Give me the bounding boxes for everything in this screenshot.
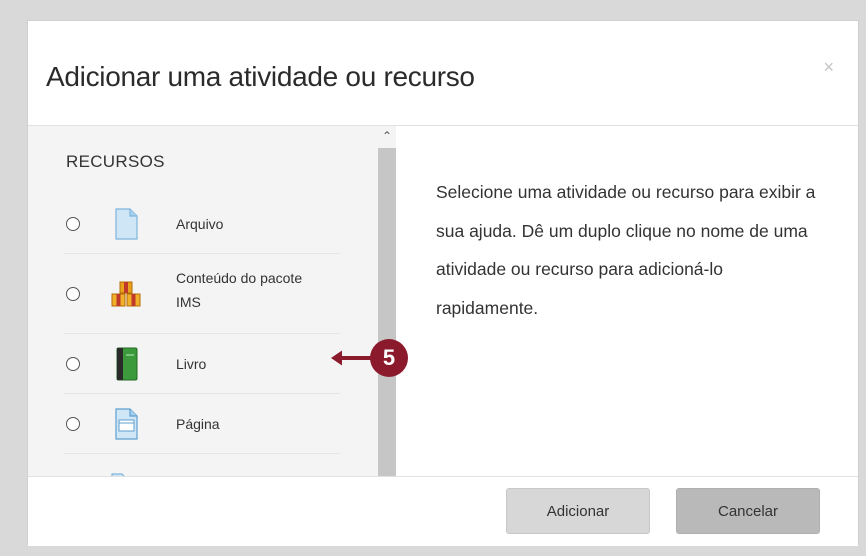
radio-livro[interactable] — [66, 357, 80, 371]
list-item-livro[interactable]: Livro — [64, 334, 340, 394]
scrollbar-thumb[interactable] — [378, 148, 396, 476]
list-item-pagina[interactable]: Página — [64, 394, 340, 454]
resource-list: Arquivo Conteúdo do pacote IMS Livro Pág… — [64, 194, 340, 476]
list-item-arquivo[interactable]: Arquivo — [64, 194, 340, 254]
package-boxes-icon — [111, 281, 141, 307]
options-pane[interactable]: RECURSOS Arquivo Conteúdo do pacote IMS … — [28, 126, 396, 476]
file-icon — [115, 208, 138, 240]
dialog-title: Adicionar uma atividade ou recurso — [46, 61, 475, 92]
close-icon[interactable]: × — [823, 57, 834, 78]
book-icon — [116, 347, 138, 381]
dialog-body: RECURSOS Arquivo Conteúdo do pacote IMS … — [28, 126, 858, 476]
help-text: Selecione uma atividade ou recurso para … — [436, 182, 816, 318]
dialog-header: Adicionar uma atividade ou recurso × — [28, 21, 858, 126]
radio-pagina[interactable] — [66, 417, 80, 431]
list-item-label: Conteúdo do pacote IMS — [176, 270, 303, 310]
folder-icon — [111, 473, 125, 476]
dialog-footer: Adicionar Cancelar — [28, 476, 858, 546]
list-item-partial[interactable] — [64, 454, 340, 476]
list-item-label: Livro — [176, 356, 207, 372]
step-callout: 5 — [330, 337, 420, 381]
arrow-left-icon — [331, 350, 374, 366]
radio-arquivo[interactable] — [66, 217, 80, 231]
page-icon — [115, 408, 138, 440]
cancel-button[interactable]: Cancelar — [676, 488, 820, 534]
radio-ims-package[interactable] — [66, 287, 80, 301]
help-pane: Selecione uma atividade ou recurso para … — [396, 126, 858, 476]
list-item-label: Página — [176, 416, 220, 432]
add-button[interactable]: Adicionar — [506, 488, 650, 534]
step-number-badge: 5 — [370, 339, 408, 377]
section-label-resources: RECURSOS — [66, 152, 165, 171]
list-item-ims-package[interactable]: Conteúdo do pacote IMS — [64, 254, 340, 334]
scroll-up-arrow-icon[interactable]: ⌃ — [378, 128, 396, 144]
list-item-label: Arquivo — [176, 216, 224, 232]
add-activity-dialog: Adicionar uma atividade ou recurso × REC… — [27, 20, 859, 546]
